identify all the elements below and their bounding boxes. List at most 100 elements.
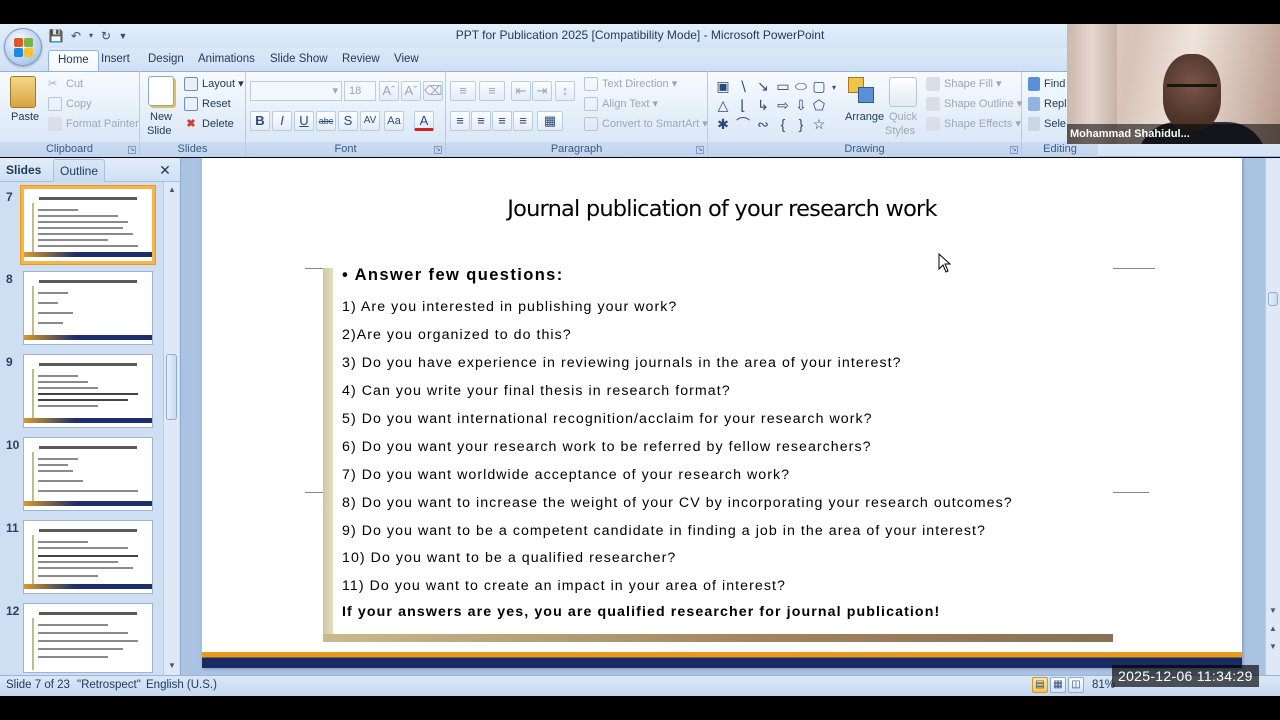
scroll-down-icon[interactable]: ▼ xyxy=(167,661,177,671)
slide-title[interactable]: Journal publication of your research wor… xyxy=(202,196,1242,222)
justify-button[interactable]: ≡ xyxy=(513,111,533,131)
thumbnails-scrollbar[interactable]: ▲ ▼ xyxy=(163,182,179,675)
tab-view[interactable]: View xyxy=(394,53,419,65)
triangle-shape-icon[interactable]: △ xyxy=(715,97,731,113)
textbox-shape-icon[interactable]: ▣ xyxy=(715,78,731,94)
question-line[interactable]: 11) Do you want to create an impact in y… xyxy=(342,578,786,594)
slide-show-view-icon[interactable]: ◫ xyxy=(1068,677,1084,693)
quick-styles-label-1[interactable]: Quick xyxy=(889,111,917,123)
underline-button[interactable]: U xyxy=(294,111,314,131)
tab-insert[interactable]: Insert xyxy=(101,53,130,65)
select-button[interactable]: Sele xyxy=(1028,117,1066,131)
pentagon-shape-icon[interactable]: ⬠ xyxy=(811,97,827,113)
language-status[interactable]: English (U.S.) xyxy=(146,679,217,691)
tab-review[interactable]: Review xyxy=(342,53,380,65)
font-name-combo[interactable]: ▾ xyxy=(250,81,342,101)
slide-thumbnail-7[interactable] xyxy=(21,186,155,264)
columns-button[interactable]: ▦ xyxy=(537,111,563,131)
line-spacing-button[interactable]: ↕ xyxy=(555,81,575,101)
delete-button[interactable]: ✖ Delete xyxy=(184,117,233,131)
slide-thumbnail-11[interactable] xyxy=(23,520,153,594)
shrink-font-button[interactable]: Aˇ xyxy=(401,81,421,101)
curve-shape-icon[interactable]: ∾ xyxy=(755,116,771,132)
question-line[interactable]: 5) Do you want international recognition… xyxy=(342,411,873,427)
tab-slides[interactable]: Slides xyxy=(6,163,41,177)
question-line[interactable]: 3) Do you have experience in reviewing j… xyxy=(342,355,902,371)
slide-thumbnail-9[interactable] xyxy=(23,354,153,428)
tab-home[interactable]: Home xyxy=(48,50,99,72)
office-button[interactable] xyxy=(4,28,42,66)
next-slide-icon[interactable]: ▼ xyxy=(1268,642,1278,652)
close-pane-icon[interactable]: ✕ xyxy=(158,163,172,177)
tab-animations[interactable]: Animations xyxy=(198,53,255,65)
quick-styles-icon[interactable] xyxy=(889,77,917,107)
clipboard-launcher-icon[interactable]: ↘ xyxy=(128,146,136,154)
font-color-button[interactable]: A xyxy=(414,111,434,131)
clear-formatting-button[interactable]: ⌫ xyxy=(423,81,443,101)
scroll-up-icon[interactable]: ▲ xyxy=(167,185,177,195)
reset-button[interactable]: Reset xyxy=(184,97,231,111)
bullets-button[interactable]: ≡ xyxy=(450,81,476,101)
strikethrough-button[interactable]: abc xyxy=(316,111,336,131)
question-line[interactable]: 10) Do you want to be a qualified resear… xyxy=(342,550,676,566)
left-brace-shape-icon[interactable]: { xyxy=(775,116,791,132)
elbow-arrow-shape-icon[interactable]: ↳ xyxy=(755,97,771,113)
theme-status[interactable]: "Retrospect" xyxy=(77,679,141,691)
layout-button[interactable]: Layout ▾ xyxy=(184,77,244,92)
line-shape-icon[interactable]: ∖ xyxy=(735,78,751,94)
text-direction-button[interactable]: Text Direction ▾ xyxy=(584,77,677,92)
slide-vertical-scrollbar[interactable]: ▼ ▲ ▼ xyxy=(1265,158,1280,675)
question-line[interactable]: 8) Do you want to increase the weight of… xyxy=(342,495,1013,511)
change-case-button[interactable]: Aa xyxy=(384,111,404,131)
numbering-button[interactable]: ≡ xyxy=(479,81,505,101)
tab-outline[interactable]: Outline xyxy=(53,159,106,182)
new-slide-label-1[interactable]: New xyxy=(150,111,172,123)
new-slide-icon[interactable] xyxy=(148,76,174,106)
character-spacing-button[interactable]: AV xyxy=(360,111,380,131)
conclusion-line[interactable]: If your answers are yes, you are qualifi… xyxy=(342,604,940,620)
down-arrow-shape-icon[interactable]: ⇩ xyxy=(793,97,809,113)
question-line[interactable]: 2)Are you organized to do this? xyxy=(342,327,572,343)
align-text-button[interactable]: Align Text ▾ xyxy=(584,97,658,112)
grow-font-button[interactable]: Aˆ xyxy=(379,81,399,101)
question-line[interactable]: 7) Do you want worldwide acceptance of y… xyxy=(342,467,790,483)
oval-shape-icon[interactable]: ⬭ xyxy=(793,78,809,94)
slide-sorter-view-icon[interactable]: ▦ xyxy=(1050,677,1066,693)
question-line[interactable]: 6) Do you want your research work to be … xyxy=(342,439,872,455)
slide-thumbnail-10[interactable] xyxy=(23,437,153,511)
slide-thumbnail-12[interactable] xyxy=(23,603,153,673)
drawing-launcher-icon[interactable]: ↘ xyxy=(1010,146,1018,154)
arc-shape-icon[interactable]: ⌒ xyxy=(735,116,751,132)
new-slide-label-2[interactable]: Slide xyxy=(147,125,171,137)
font-launcher-icon[interactable]: ↘ xyxy=(434,146,442,154)
align-left-button[interactable]: ≡ xyxy=(450,111,470,131)
previous-slide-icon[interactable]: ▲ xyxy=(1268,624,1278,634)
bullet-heading[interactable]: • Answer few questions: xyxy=(342,266,564,285)
scroll-down-icon[interactable]: ▼ xyxy=(1268,606,1278,616)
cut-button[interactable]: ✂ Cut xyxy=(48,77,83,91)
rectangle-shape-icon[interactable]: ▭ xyxy=(775,78,791,94)
slide-scroll-thumb[interactable] xyxy=(1268,292,1278,306)
italic-button[interactable]: I xyxy=(272,111,292,131)
tab-slide-show[interactable]: Slide Show xyxy=(270,53,328,65)
replace-button[interactable]: Repl xyxy=(1028,97,1067,111)
format-painter-button[interactable]: Format Painter xyxy=(48,117,139,131)
rounded-rect-shape-icon[interactable]: ▢ xyxy=(811,78,827,94)
freeform-shape-icon[interactable]: ✱ xyxy=(715,116,731,132)
copy-button[interactable]: Copy xyxy=(48,97,92,111)
quick-styles-label-2[interactable]: Styles xyxy=(885,125,915,137)
question-line[interactable]: 4) Can you write your final thesis in re… xyxy=(342,383,731,399)
paste-button[interactable]: Paste xyxy=(11,111,39,123)
convert-smartart-button[interactable]: Convert to SmartArt ▾ xyxy=(584,117,708,132)
align-right-button[interactable]: ≡ xyxy=(492,111,512,131)
right-brace-shape-icon[interactable]: } xyxy=(793,116,809,132)
star-shape-icon[interactable]: ☆ xyxy=(811,116,827,132)
align-center-button[interactable]: ≡ xyxy=(471,111,491,131)
slide-thumbnail-8[interactable] xyxy=(23,271,153,345)
font-size-combo[interactable]: 18 xyxy=(344,81,376,101)
arrange-icon[interactable] xyxy=(848,77,876,105)
shadow-button[interactable]: S xyxy=(338,111,358,131)
arrow-shape-icon[interactable]: ↘ xyxy=(755,78,771,94)
question-line[interactable]: 1) Are you interested in publishing your… xyxy=(342,299,677,315)
current-slide[interactable]: Journal publication of your research wor… xyxy=(202,158,1242,668)
